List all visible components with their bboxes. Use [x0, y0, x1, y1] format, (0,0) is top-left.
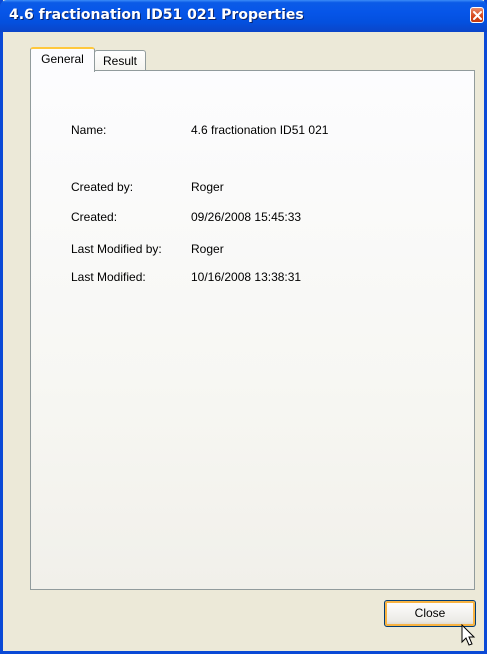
mouse-cursor-icon: [461, 624, 476, 646]
general-tab-panel: Name: 4.6 fractionation ID51 021 Created…: [30, 70, 475, 590]
title-bar[interactable]: 4.6 fractionation ID51 021 Properties: [0, 0, 487, 32]
properties-dialog: 4.6 fractionation ID51 021 Properties Ge…: [0, 0, 487, 654]
name-label: Name:: [71, 123, 107, 137]
created-by-label: Created by:: [71, 180, 134, 194]
close-icon: [473, 11, 482, 20]
created-by-value: Roger: [191, 180, 224, 194]
tab-result-label: Result: [102, 54, 137, 68]
close-button[interactable]: Close: [384, 600, 476, 627]
tab-general-label: General: [41, 52, 84, 66]
last-modified-by-value: Roger: [191, 242, 224, 256]
title-close-button[interactable]: [470, 7, 484, 23]
window-title: 4.6 fractionation ID51 021 Properties: [9, 7, 304, 23]
last-modified-by-label: Last Modified by:: [71, 242, 162, 256]
name-value: 4.6 fractionation ID51 021: [191, 123, 329, 137]
created-label: Created:: [71, 210, 118, 224]
last-modified-value: 10/16/2008 13:38:31: [191, 270, 302, 284]
tab-general[interactable]: General: [30, 47, 95, 72]
last-modified-label: Last Modified:: [71, 270, 146, 284]
created-value: 09/26/2008 15:45:33: [191, 210, 302, 224]
tab-result[interactable]: Result: [94, 50, 146, 71]
